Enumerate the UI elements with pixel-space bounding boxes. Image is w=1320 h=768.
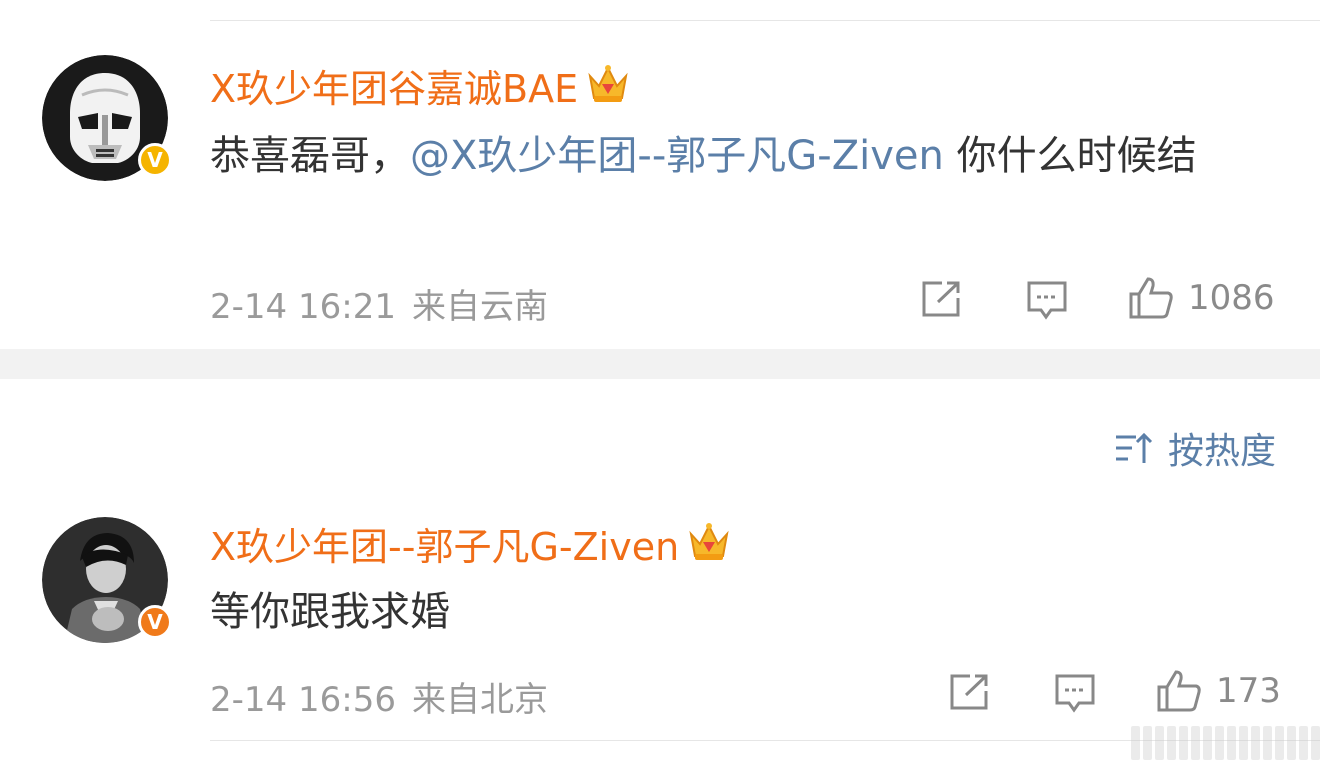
mention-link[interactable]: @X玖少年团--郭子凡G-Ziven [410, 133, 944, 179]
share-icon [922, 281, 960, 317]
top-divider [210, 20, 1320, 21]
like-count: 173 [1216, 671, 1281, 711]
share-icon [950, 674, 988, 710]
crown-icon [687, 522, 731, 571]
sort-icon [1115, 432, 1153, 463]
username-text[interactable]: X玖少年团谷嘉诚BAE [210, 67, 578, 111]
section-separator [0, 349, 1320, 379]
like-button[interactable]: 173 [1156, 669, 1281, 713]
comment-source: 来自云南 [411, 287, 548, 327]
comment-text-part: 你什么时候结 [956, 133, 1197, 179]
avatar[interactable]: V [42, 517, 172, 643]
thumbs-up-icon [1129, 277, 1173, 319]
avatar[interactable]: V [42, 55, 172, 181]
like-button[interactable]: 1086 [1128, 276, 1275, 320]
comment-username[interactable]: X玖少年团谷嘉诚BAE [210, 64, 630, 113]
watermark [1131, 726, 1320, 760]
verified-badge: V [138, 605, 172, 639]
comment-icon [1027, 281, 1067, 320]
comment-date: 2-14 16:21 [210, 287, 396, 327]
share-button[interactable] [920, 280, 962, 318]
crown-icon [586, 64, 630, 113]
thumbs-up-icon [1157, 670, 1201, 712]
comment-text: 等你跟我求婚 [210, 589, 450, 635]
comment-username[interactable]: X玖少年团--郭子凡G-Ziven [210, 522, 731, 571]
sort-label[interactable]: 按热度 [1168, 422, 1276, 474]
username-text[interactable]: X玖少年团--郭子凡G-Ziven [210, 525, 679, 569]
comment-button[interactable] [1054, 673, 1096, 713]
comment-text: 恭喜磊哥，@X玖少年团--郭子凡G-Ziven 你什么时候结 [210, 126, 1240, 186]
comment-meta: 2-14 16:56 来自北京 [210, 672, 548, 721]
share-button[interactable] [948, 673, 990, 711]
verified-badge: V [138, 143, 172, 177]
comment-icon [1055, 674, 1095, 713]
comment-source: 来自北京 [411, 680, 548, 720]
like-count: 1086 [1188, 278, 1275, 318]
comment-date: 2-14 16:56 [210, 680, 396, 720]
sort-by-heat-button[interactable]: 按热度 [1114, 422, 1276, 474]
comment-text-part: 恭喜磊哥， [210, 133, 410, 179]
comment-button[interactable] [1026, 280, 1068, 320]
comment-meta: 2-14 16:21 来自云南 [210, 279, 548, 328]
